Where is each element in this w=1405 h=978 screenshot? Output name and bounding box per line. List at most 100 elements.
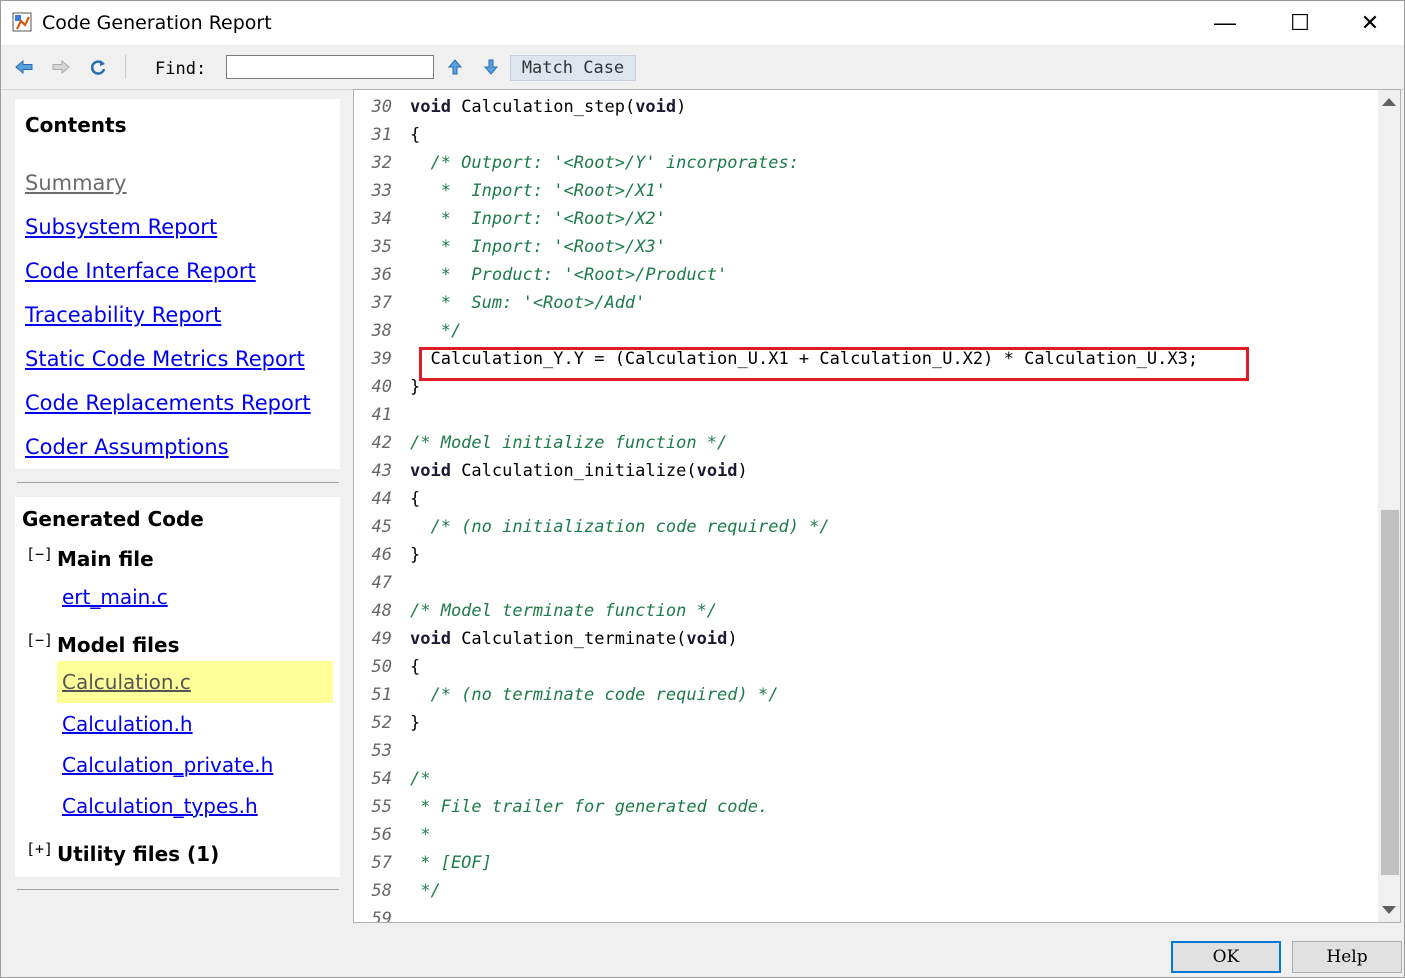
code-text: /* Model initialize function */ <box>410 429 727 457</box>
comment-token: * Inport: '<Root>/X3' <box>410 237 666 257</box>
line-number: 37 <box>371 293 392 313</box>
code-text: /* (no initialization code required) */ <box>410 513 830 541</box>
line-number: 39 <box>371 349 392 369</box>
code-view[interactable]: 30 void Calculation_step(void) 31 {32 /* Ou… <box>353 89 1401 923</box>
window-title: Code Generation Report <box>42 12 272 34</box>
keyword-token: void <box>696 461 738 481</box>
forward-arrow-icon[interactable] <box>51 58 71 76</box>
line-number: 44 <box>371 489 392 509</box>
code-token: Calculation_initialize( <box>450 461 697 481</box>
comment-token: * Product: '<Root>/Product' <box>410 265 728 285</box>
code-token: { <box>410 125 421 145</box>
keyword-token: void <box>410 461 451 481</box>
code-text: * Inport: '<Root>/X2' <box>410 205 666 233</box>
subsystem-report-link[interactable]: Subsystem Report <box>25 215 217 239</box>
file-link-calculation-types-h[interactable]: Calculation_types.h <box>62 794 258 818</box>
file-link-calculation-h[interactable]: Calculation.h <box>62 712 193 736</box>
comment-token: /* (no initialization code required) */ <box>410 517 830 537</box>
code-text: } <box>410 709 420 737</box>
comment-token: * [EOF] <box>410 853 492 873</box>
summary-link[interactable]: Summary <box>25 171 126 195</box>
code-token: ) <box>727 629 738 649</box>
file-link-ert-main-c[interactable]: ert_main.c <box>62 585 168 609</box>
line-number: 36 <box>371 265 392 285</box>
navigation-pane: Contents Summary Subsystem Report Code I… <box>15 99 341 913</box>
code-interface-report-link[interactable]: Code Interface Report <box>25 259 256 283</box>
close-button[interactable]: ✕ <box>1355 9 1385 37</box>
ok-button[interactable]: OK <box>1171 941 1281 973</box>
line-number: 30 <box>371 97 392 117</box>
refresh-icon[interactable] <box>88 58 108 76</box>
code-text: void Calculation_step(void) <box>410 93 686 121</box>
scroll-up-icon[interactable] <box>1382 98 1396 106</box>
traceability-report-link[interactable]: Traceability Report <box>25 303 221 327</box>
toolbar: Find: Match Case <box>1 45 1404 90</box>
static-code-metrics-report-link[interactable]: Static Code Metrics Report <box>25 347 305 371</box>
code-token: Calculation_step( <box>450 97 636 117</box>
keyword-token: void <box>410 629 451 649</box>
code-text: { <box>410 485 420 513</box>
line-number: 33 <box>371 181 392 201</box>
comment-token: /* <box>410 769 431 789</box>
title-bar: Code Generation Report — ☐ ✕ <box>1 1 1404 45</box>
code-token: ) <box>737 461 748 481</box>
back-arrow-icon[interactable] <box>14 58 34 76</box>
main-file-collapse-toggle[interactable]: [−] <box>26 545 53 563</box>
contents-panel: Contents Summary Subsystem Report Code I… <box>15 99 340 469</box>
toolbar-separator <box>125 55 126 79</box>
maximize-button[interactable]: ☐ <box>1285 9 1315 37</box>
arrow-up-icon[interactable] <box>445 58 465 76</box>
code-text: * Sum: '<Root>/Add' <box>410 289 646 317</box>
comment-token: /* Model initialize function */ <box>410 433 728 453</box>
matlab-app-icon <box>12 12 32 32</box>
code-text: void Calculation_terminate(void) <box>410 625 738 653</box>
model-files-group-title: Model files <box>57 633 180 657</box>
code-text: /* (no terminate code required) */ <box>410 681 778 709</box>
line-number: 51 <box>371 685 392 705</box>
line-number: 41 <box>371 405 392 425</box>
code-token: ) <box>676 97 687 117</box>
line-number: 43 <box>371 461 392 481</box>
code-text: /* Model terminate function */ <box>410 597 717 625</box>
help-button[interactable]: Help <box>1292 941 1402 973</box>
line-number: 46 <box>371 545 392 565</box>
scroll-down-icon[interactable] <box>1382 906 1396 914</box>
line-number: 40 <box>371 377 392 397</box>
line-number: 52 <box>371 713 392 733</box>
generated-code-panel: Generated Code [−] Main file ert_main.c … <box>15 497 340 877</box>
line-number: 59 <box>371 909 392 923</box>
keyword-token: void <box>686 629 728 649</box>
comment-token: * <box>410 825 431 845</box>
code-replacements-report-link[interactable]: Code Replacements Report <box>25 391 311 415</box>
scrollbar-thumb[interactable] <box>1381 510 1399 875</box>
code-token: { <box>410 657 421 677</box>
model-files-collapse-toggle[interactable]: [−] <box>26 631 53 649</box>
coder-assumptions-link[interactable]: Coder Assumptions <box>25 435 229 459</box>
contents-title: Contents <box>25 113 127 137</box>
find-input[interactable] <box>226 55 434 79</box>
line-number: 54 <box>371 769 392 789</box>
file-link-calculation-private-h[interactable]: Calculation_private.h <box>62 753 273 777</box>
code-text: { <box>410 121 420 149</box>
line-number: 31 <box>371 125 392 145</box>
utility-files-expand-toggle[interactable]: [+] <box>26 840 53 858</box>
comment-token: * Sum: '<Root>/Add' <box>410 293 646 313</box>
main-file-group-title: Main file <box>57 547 154 571</box>
code-text: * Product: '<Root>/Product' <box>410 261 728 289</box>
comment-token: */ <box>410 881 441 901</box>
line-number: 47 <box>371 573 392 593</box>
minimize-button[interactable]: — <box>1210 9 1240 37</box>
code-text: } <box>410 541 420 569</box>
line-number: 56 <box>371 825 392 845</box>
vertical-scrollbar[interactable] <box>1378 90 1400 922</box>
line-number: 45 <box>371 517 392 537</box>
code-text: /* Outport: '<Root>/Y' incorporates: <box>410 149 798 177</box>
divider <box>17 889 339 890</box>
line-number: 34 <box>371 209 392 229</box>
line-number: 57 <box>371 853 392 873</box>
code-text: * [EOF] <box>410 849 492 877</box>
match-case-toggle[interactable]: Match Case <box>510 55 636 81</box>
arrow-down-icon[interactable] <box>481 58 501 76</box>
code-text: /* <box>410 765 430 793</box>
file-link-calculation-c[interactable]: Calculation.c <box>57 661 333 703</box>
